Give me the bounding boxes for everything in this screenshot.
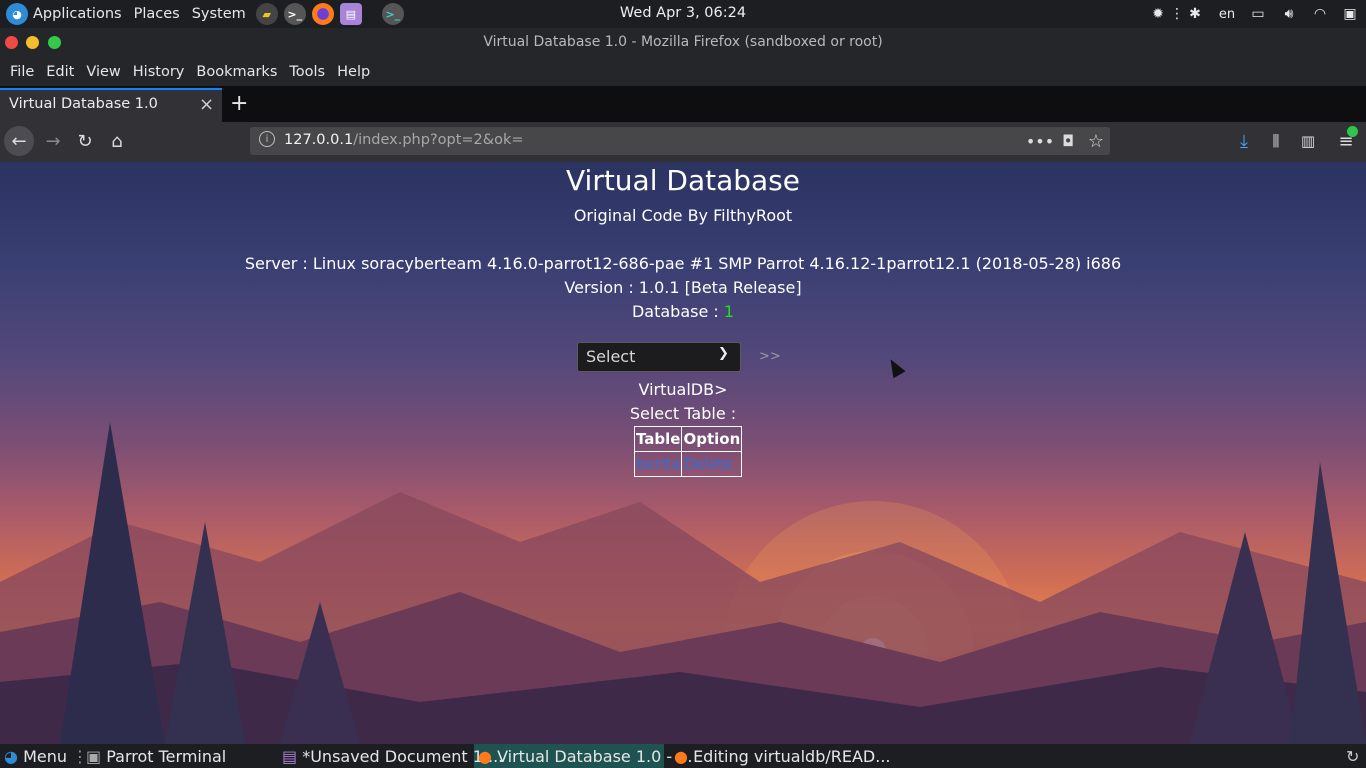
task-label: *Unsaved Document 1 ...: [302, 747, 504, 766]
terminal-task-icon: ▣: [86, 747, 102, 766]
site-info-icon[interactable]: i: [259, 131, 275, 147]
firefox-task-icon: ●: [674, 747, 688, 766]
menu-edit[interactable]: Edit: [46, 64, 74, 80]
database-info: Database : 1: [0, 302, 1366, 321]
lock-screen-icon[interactable]: ▣: [1340, 4, 1360, 24]
home-icon[interactable]: ⌂: [104, 127, 130, 155]
new-tab-icon[interactable]: +: [230, 91, 248, 116]
start-menu-label: Menu: [23, 747, 67, 766]
tables-table: Table Option berita Delete: [633, 426, 743, 477]
bookmark-star-icon[interactable]: ☆: [1084, 127, 1108, 155]
firefox-launcher-icon[interactable]: [311, 3, 334, 25]
table-header-option: Option: [681, 426, 743, 452]
go-button[interactable]: >>: [759, 349, 781, 364]
menu-tools[interactable]: Tools: [289, 64, 325, 80]
sidebar-icon[interactable]: ▥: [1296, 127, 1320, 155]
tab-title: Virtual Database 1.0: [9, 96, 158, 112]
panel-grip-icon: ⋮: [1170, 6, 1184, 22]
table-header-table: Table: [633, 426, 683, 452]
library-icon[interactable]: ⫼: [1264, 127, 1288, 155]
display-icon[interactable]: ▭: [1248, 4, 1268, 24]
table-name-link[interactable]: berita: [633, 451, 683, 477]
back-arrow-icon[interactable]: ←: [4, 126, 34, 156]
file-manager-launcher-icon[interactable]: ▰: [255, 3, 278, 25]
downloads-icon[interactable]: ⤓: [1232, 127, 1256, 155]
task-label: Virtual Database 1.0 - ...: [497, 747, 693, 766]
wifi-icon[interactable]: ◠: [1308, 4, 1332, 24]
menu-view[interactable]: View: [86, 64, 120, 80]
database-label: Database :: [631, 302, 724, 321]
pocket-icon[interactable]: ◘: [1056, 127, 1080, 155]
delete-link[interactable]: Delete: [681, 451, 743, 477]
start-menu-button[interactable]: ◕ Menu: [4, 747, 67, 766]
database-select[interactable]: Select: [577, 342, 741, 372]
version-info: Version : 1.0.1 [Beta Release]: [564, 278, 802, 297]
task-editing-virtualdb[interactable]: ● Editing virtualdb/READ...: [674, 747, 890, 766]
menu-bookmarks[interactable]: Bookmarks: [196, 64, 277, 80]
page-subtitle: Original Code By FilthyRoot: [573, 206, 793, 225]
text-editor-launcher-icon[interactable]: ▤: [339, 3, 362, 25]
task-virtual-database[interactable]: ● Virtual Database 1.0 - ...: [478, 747, 693, 766]
menu-help[interactable]: Help: [337, 64, 370, 80]
chevron-down-icon: ❯: [718, 346, 729, 361]
volume-icon[interactable]: 🔊︎: [1278, 4, 1300, 24]
server-info: Server : Linux soracyberteam 4.16.0-parr…: [244, 254, 1122, 273]
menu-file[interactable]: File: [10, 64, 34, 80]
task-unsaved-document[interactable]: ▤ *Unsaved Document 1 ...: [282, 747, 503, 766]
table-header-row: Table Option: [633, 426, 743, 452]
keyboard-layout-indicator[interactable]: en: [1216, 4, 1238, 24]
clock[interactable]: Wed Apr 3, 06:24: [590, 5, 776, 21]
update-badge-icon: [1347, 126, 1358, 137]
applications-menu[interactable]: Applications: [33, 6, 122, 22]
terminal-alt-launcher-icon[interactable]: >_: [381, 3, 404, 25]
bluetooth-icon[interactable]: ✱: [1186, 4, 1204, 24]
terminal-launcher-icon[interactable]: >_: [283, 3, 306, 25]
firefox-menubar: File Edit View History Bookmarks Tools H…: [0, 58, 1366, 86]
task-label: Editing virtualdb/READ...: [693, 747, 891, 766]
show-desktop-icon[interactable]: ↻: [1346, 747, 1359, 766]
page-actions-icon[interactable]: •••: [1026, 127, 1054, 155]
virtualdb-prompt: VirtualDB>: [638, 380, 728, 399]
places-menu[interactable]: Places: [134, 6, 180, 22]
text-editor-task-icon: ▤: [282, 747, 298, 766]
task-label: Parrot Terminal: [106, 747, 227, 766]
task-parrot-terminal[interactable]: ▣ Parrot Terminal: [86, 747, 226, 766]
tab-close-icon[interactable]: ×: [199, 94, 214, 115]
reload-icon[interactable]: ↻: [72, 127, 98, 155]
url-host: 127.0.0.1: [284, 132, 354, 148]
select-table-label: Select Table :: [629, 404, 737, 423]
weather-sun-icon[interactable]: ✹: [1146, 4, 1170, 24]
database-count: 1: [723, 302, 735, 321]
firefox-task-icon: ●: [478, 747, 492, 766]
menu-history[interactable]: History: [133, 64, 185, 80]
url-path: /index.php?opt=2&ok=: [353, 132, 524, 148]
system-menu[interactable]: System: [192, 6, 246, 22]
window-title: Virtual Database 1.0 - Mozilla Firefox (…: [483, 34, 883, 50]
parrot-logo-icon[interactable]: ◕: [6, 3, 28, 25]
url-text[interactable]: 127.0.0.1/index.php?opt=2&ok=: [284, 132, 524, 148]
page-title: Virtual Database: [566, 164, 800, 197]
parrot-menu-icon: ◕: [4, 747, 18, 766]
table-row: berita Delete: [633, 451, 743, 477]
forward-arrow-icon[interactable]: →: [40, 127, 66, 155]
